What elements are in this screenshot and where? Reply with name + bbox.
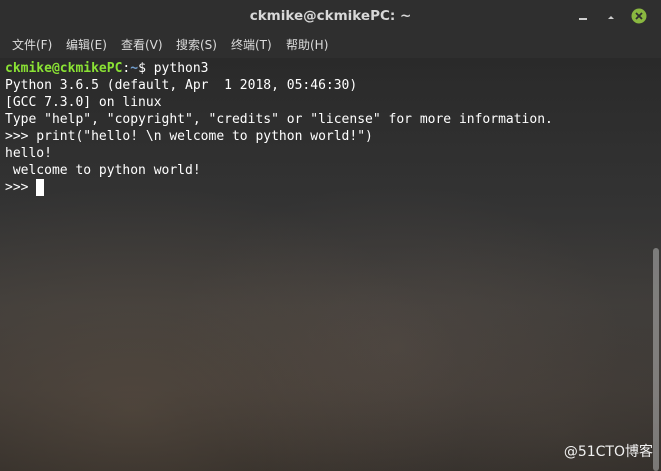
prompt-path: ~ (130, 61, 139, 76)
close-button[interactable] (629, 6, 649, 26)
prompt-user: ckmike@ckmikePC (5, 61, 123, 76)
output-line: Python 3.6.5 (default, Apr 1 2018, 05:46… (5, 78, 358, 93)
scrollbar-thumb[interactable] (653, 248, 659, 471)
menu-help[interactable]: 帮助(H) (286, 32, 328, 58)
watermark: @51CTO博客 (563, 444, 653, 460)
maximize-button[interactable] (601, 6, 621, 26)
prompt-line: ckmike@ckmikePC:~$ python3 (5, 60, 209, 77)
current-prompt-line: >>> (5, 179, 45, 196)
menu-file[interactable]: 文件(F) (12, 32, 52, 58)
window-title: ckmike@ckmikePC: ~ (249, 8, 412, 24)
menu-bar: 文件(F) 编辑(E) 查看(V) 搜索(S) 终端(T) 帮助(H) (0, 32, 661, 58)
title-bar[interactable]: ckmike@ckmikePC: ~ (0, 0, 661, 32)
text-cursor (36, 179, 45, 196)
menu-terminal[interactable]: 终端(T) (231, 32, 272, 58)
output-line: Type "help", "copyright", "credits" or "… (5, 112, 553, 127)
prompt-command: $ python3 (138, 61, 209, 76)
menu-search[interactable]: 搜索(S) (176, 32, 217, 58)
minimize-button[interactable] (573, 6, 593, 26)
output-line: >>> print("hello! \n welcome to python w… (5, 129, 373, 144)
output-line: hello! (5, 146, 52, 161)
output-line: [GCC 7.3.0] on linux (5, 95, 162, 110)
output-line: welcome to python world! (5, 163, 201, 178)
maximize-icon (608, 16, 614, 19)
close-icon (631, 8, 647, 24)
python-prompt: >>> (5, 180, 37, 195)
terminal-window: ckmike@ckmikePC: ~ 文件(F) 编辑(E) 查看(V) 搜索(… (0, 0, 661, 471)
terminal-output[interactable]: ckmike@ckmikePC:~$ python3 Python 3.6.5 … (0, 58, 661, 471)
menu-edit[interactable]: 编辑(E) (66, 32, 107, 58)
menu-view[interactable]: 查看(V) (121, 32, 163, 58)
minimize-icon (579, 18, 587, 20)
